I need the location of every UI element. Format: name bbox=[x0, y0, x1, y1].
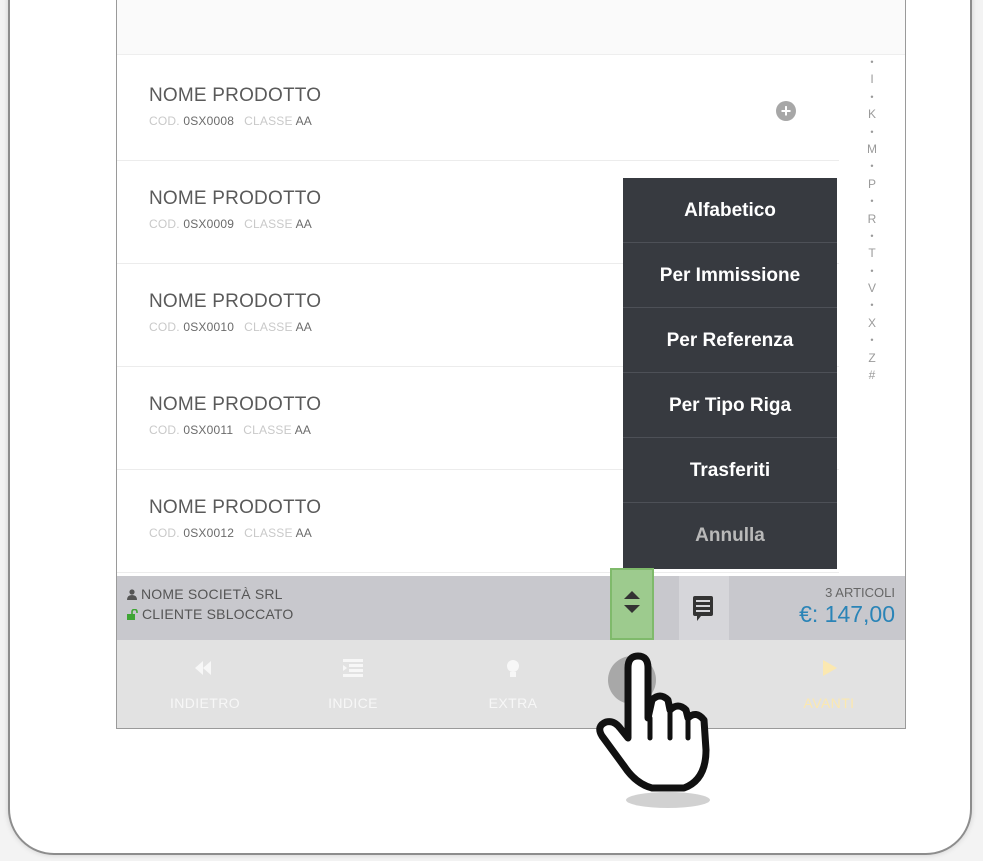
sort-arrows-icon bbox=[624, 591, 640, 613]
product-row[interactable]: NOME PRODOTTO COD. 0SX0008 CLASSE AA + bbox=[117, 58, 839, 161]
product-class: AA bbox=[295, 114, 312, 128]
sort-option[interactable]: Per Referenza bbox=[623, 308, 837, 373]
tablet-frame: NOME PRODOTTO COD. 0SX0008 CLASSE AA + NOME … bbox=[8, 0, 972, 855]
sort-menu: Alfabetico Per Immissione Per Referenza Per… bbox=[623, 178, 837, 569]
sort-cancel-button[interactable]: Annulla bbox=[623, 503, 837, 568]
index-letter[interactable]: # bbox=[859, 367, 885, 384]
index-separator: • bbox=[870, 300, 874, 311]
index-separator: • bbox=[870, 57, 874, 67]
cod-label: COD. bbox=[149, 526, 180, 540]
index-letter[interactable]: R bbox=[859, 211, 885, 228]
customer-status-text: CLIENTE SBLOCCATO bbox=[142, 606, 294, 622]
nav-extra[interactable]: EXTRA bbox=[433, 640, 593, 728]
product-meta: COD. 0SX0008 CLASSE AA bbox=[149, 114, 312, 128]
sort-option[interactable]: Per Tipo Riga bbox=[623, 373, 837, 438]
index-letter[interactable]: V bbox=[859, 280, 885, 297]
play-icon bbox=[823, 660, 837, 676]
rewind-icon bbox=[195, 661, 211, 675]
index-separator: • bbox=[870, 126, 874, 137]
nav-back-label: INDIETRO bbox=[169, 695, 241, 711]
product-code: 0SX0010 bbox=[183, 320, 235, 334]
index-letter[interactable]: I bbox=[859, 71, 885, 88]
product-name: NOME PRODOTTO bbox=[149, 291, 322, 312]
alphabet-index[interactable]: • I • K • M • P • R • T • V • X • Z # bbox=[859, 54, 885, 384]
cod-label: COD. bbox=[149, 217, 180, 231]
product-code: 0SX0011 bbox=[183, 423, 234, 437]
customer-status: CLIENTE SBLOCCATO bbox=[127, 606, 293, 622]
class-label: CLASSE bbox=[244, 526, 293, 540]
class-label: CLASSE bbox=[243, 423, 292, 437]
nav-back[interactable]: INDIETRO bbox=[125, 640, 285, 728]
product-class: AA bbox=[295, 320, 312, 334]
product-class: AA bbox=[295, 217, 312, 231]
company-name[interactable]: NOME SOCIETÀ SRL bbox=[127, 586, 283, 602]
company-name-text: NOME SOCIETÀ SRL bbox=[141, 586, 283, 602]
class-label: CLASSE bbox=[244, 320, 293, 334]
customer-bar: NOME SOCIETÀ SRL CLIENTE SBLOCCATO 3 ART… bbox=[117, 568, 905, 640]
index-letter[interactable]: K bbox=[859, 106, 885, 123]
index-separator: • bbox=[870, 265, 874, 276]
cod-label: COD. bbox=[149, 423, 180, 437]
touch-indicator bbox=[608, 656, 656, 704]
index-separator: • bbox=[870, 230, 874, 241]
product-class: AA bbox=[294, 423, 312, 437]
add-product-icon[interactable]: + bbox=[776, 101, 796, 121]
user-icon bbox=[127, 589, 137, 600]
index-letter[interactable]: M bbox=[859, 141, 885, 158]
product-class: AA bbox=[295, 526, 312, 540]
index-letter[interactable]: Z bbox=[859, 350, 885, 367]
cod-label: COD. bbox=[149, 320, 180, 334]
sort-button[interactable] bbox=[610, 568, 654, 640]
index-letter[interactable]: P bbox=[859, 176, 885, 193]
sort-option[interactable]: Alfabetico bbox=[623, 178, 837, 243]
total-price: €: 147,00 bbox=[799, 601, 895, 627]
sort-option[interactable]: Per Immissione bbox=[623, 243, 837, 308]
sort-option[interactable]: Trasferiti bbox=[623, 438, 837, 503]
product-name: NOME PRODOTTO bbox=[149, 85, 322, 106]
nav-index[interactable]: INDICE bbox=[273, 640, 433, 728]
app-screen: NOME PRODOTTO COD. 0SX0008 CLASSE AA + NOME … bbox=[116, 0, 906, 729]
product-meta: COD. 0SX0012 CLASSE AA bbox=[149, 526, 312, 540]
product-name: NOME PRODOTTO bbox=[149, 497, 322, 518]
header-area bbox=[117, 0, 905, 55]
notes-button[interactable] bbox=[679, 576, 729, 640]
nav-extra-label: EXTRA bbox=[488, 695, 538, 711]
product-name: NOME PRODOTTO bbox=[149, 394, 322, 415]
product-name: NOME PRODOTTO bbox=[149, 188, 322, 209]
index-separator: • bbox=[870, 196, 874, 207]
index-separator: • bbox=[870, 91, 874, 102]
index-separator: • bbox=[870, 161, 874, 172]
cod-label: COD. bbox=[149, 114, 180, 128]
nav-index-label: INDICE bbox=[328, 695, 378, 711]
index-letter[interactable]: X bbox=[859, 315, 885, 332]
product-meta: COD. 0SX0009 CLASSE AA bbox=[149, 217, 312, 231]
product-code: 0SX0009 bbox=[183, 217, 235, 231]
index-letter[interactable]: T bbox=[859, 245, 885, 262]
notes-icon bbox=[693, 596, 713, 621]
lightbulb-icon bbox=[507, 660, 519, 677]
bottom-nav: INDIETRO INDICE EXTRA AVANTI bbox=[117, 640, 905, 728]
product-code: 0SX0008 bbox=[183, 114, 235, 128]
articles-count: 3 ARTICOLI bbox=[825, 585, 895, 600]
list-indent-icon bbox=[343, 659, 363, 677]
class-label: CLASSE bbox=[244, 114, 293, 128]
index-separator: • bbox=[870, 335, 874, 346]
nav-next[interactable]: AVANTI bbox=[749, 640, 905, 728]
product-code: 0SX0012 bbox=[183, 526, 235, 540]
totals: 3 ARTICOLI €: 147,00 bbox=[799, 585, 895, 628]
product-meta: COD. 0SX0011 CLASSE AA bbox=[149, 423, 311, 437]
nav-next-label: AVANTI bbox=[803, 695, 855, 711]
product-meta: COD. 0SX0010 CLASSE AA bbox=[149, 320, 312, 334]
class-label: CLASSE bbox=[244, 217, 293, 231]
unlock-icon bbox=[127, 609, 138, 620]
